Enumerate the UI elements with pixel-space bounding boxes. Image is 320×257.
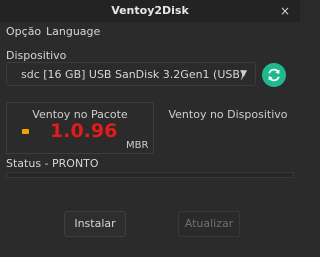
menu-language[interactable]: Language (46, 25, 100, 38)
window-title: Ventoy2Disk (111, 4, 189, 17)
progress-bar (6, 172, 294, 178)
partition-style: MBR (126, 140, 149, 151)
device-section-label: Dispositivo (6, 49, 67, 62)
secure-boot-icon (22, 129, 29, 134)
refresh-icon (268, 68, 280, 82)
package-version: 1.0.96 (50, 120, 118, 142)
install-button[interactable]: Instalar (64, 211, 126, 237)
menu-option[interactable]: Opção (6, 25, 41, 38)
refresh-button[interactable] (262, 63, 286, 87)
title-bar: Ventoy2Disk × (0, 0, 300, 22)
device-dropdown[interactable]: sdc [16 GB] USB SanDisk 3.2Gen1 (USB) ▼ (6, 62, 256, 86)
status-text: Status - PRONTO (6, 157, 99, 170)
device-selected-value: sdc [16 GB] USB SanDisk 3.2Gen1 (USB) (21, 68, 245, 81)
close-icon[interactable]: × (278, 4, 292, 18)
ventoy2disk-window: Ventoy2Disk × Opção Language Dispositivo… (0, 0, 300, 257)
menu-bar: Opção Language (0, 22, 300, 42)
device-version-panel (160, 102, 294, 154)
chevron-down-icon: ▼ (240, 69, 247, 79)
update-button[interactable]: Atualizar (178, 211, 240, 237)
